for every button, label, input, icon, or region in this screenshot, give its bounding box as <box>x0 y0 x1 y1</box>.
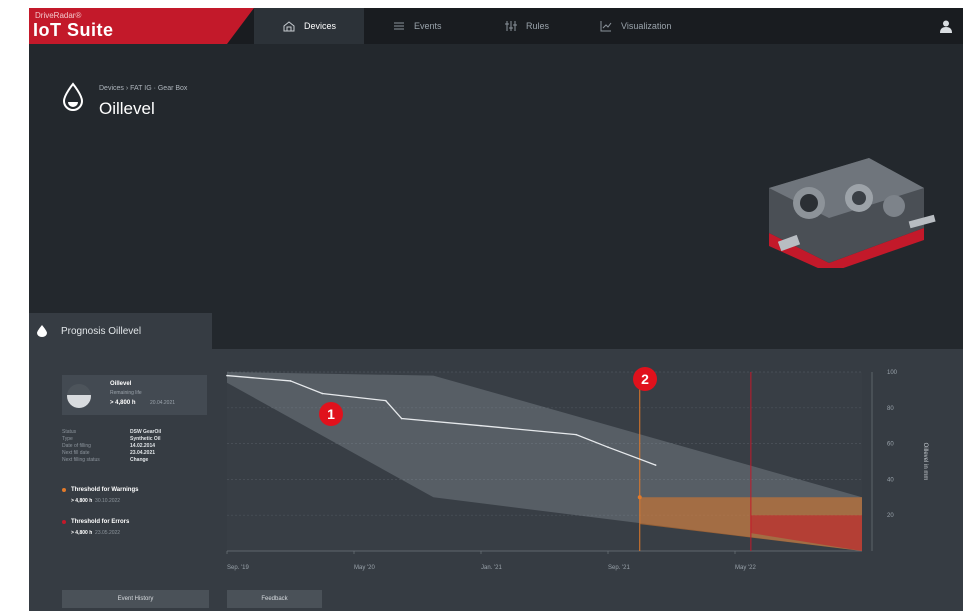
prognosis-tab-label: Prognosis Oillevel <box>61 325 142 337</box>
tab-prognosis[interactable]: Prognosis Oillevel <box>29 313 212 349</box>
app-window: DriveRadar® IoT Suite Devices Events Rul… <box>29 8 963 611</box>
y-tick-label: 20 <box>887 513 894 519</box>
tab-visualization[interactable]: Visualization <box>599 8 671 44</box>
x-tick-label: Sep. '19 <box>227 565 249 571</box>
y-axis-label: Oillevel in mm <box>922 443 928 481</box>
y-tick-label: 80 <box>887 406 894 412</box>
gearbox-image <box>769 158 936 268</box>
marker-2: 2 <box>633 367 657 391</box>
visualization-icon <box>600 21 612 32</box>
series-point <box>321 392 324 395</box>
prognosis-chart: 100 80 60 40 20 Sep. '19 May '20 Jan. '21 Sep. '… <box>226 370 928 571</box>
events-icon <box>394 22 404 30</box>
tab-rules-label: Rules <box>526 21 550 31</box>
series-point <box>654 464 657 466</box>
rules-icon <box>505 21 517 31</box>
series-point <box>289 380 292 382</box>
marker-1: 1 <box>319 402 343 426</box>
tab-devices[interactable]: Devices <box>254 8 364 44</box>
tab-events[interactable]: Events <box>392 8 442 44</box>
user-icon[interactable] <box>939 19 953 33</box>
series-point <box>607 446 609 448</box>
x-tick-label: May '22 <box>735 565 756 571</box>
series-point <box>400 417 403 420</box>
devices-icon <box>283 21 295 32</box>
y-tick-label: 100 <box>887 370 898 376</box>
brand-name: IoT Suite <box>33 20 114 40</box>
oil-drop-small-icon <box>37 325 47 337</box>
oil-drop-icon <box>62 82 84 111</box>
x-tick-label: Sep. '21 <box>608 565 630 571</box>
tab-visualization-label: Visualization <box>621 21 672 31</box>
brand-superscript: DriveRadar® <box>35 11 82 20</box>
warning-crossing-dot <box>637 495 642 500</box>
series-point <box>226 374 228 377</box>
series-point <box>480 424 482 427</box>
brand-logo[interactable]: DriveRadar® IoT Suite <box>29 8 254 44</box>
series-point <box>384 399 387 402</box>
x-tick-label: Jan. '21 <box>481 565 502 571</box>
y-tick-label: 60 <box>887 442 894 448</box>
top-navigation-bar: DriveRadar® IoT Suite Devices Events Rul… <box>29 8 963 44</box>
series-point <box>575 433 578 436</box>
tab-events-label: Events <box>414 21 442 31</box>
tab-devices-label: Devices <box>303 21 336 31</box>
tab-rules[interactable]: Rules <box>504 8 549 44</box>
y-tick-label: 40 <box>887 477 894 483</box>
breadcrumb[interactable]: Devices › FAT IG · Gear Box <box>99 85 187 92</box>
x-tick-label: May '20 <box>354 565 375 571</box>
page-title: Oillevel <box>99 99 155 118</box>
